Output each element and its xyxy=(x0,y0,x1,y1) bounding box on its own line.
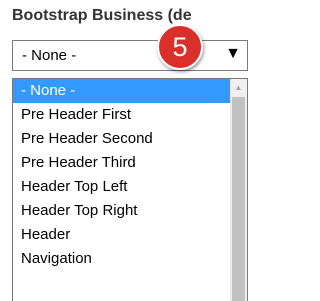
scrollbar-thumb[interactable] xyxy=(232,97,245,301)
select-options-list: - None - Pre Header First Pre Header Sec… xyxy=(12,78,248,301)
region-label: Bootstrap Business (de xyxy=(12,7,192,24)
option-pre-header-third[interactable]: Pre Header Third xyxy=(13,151,247,175)
scroll-up-arrow-icon[interactable]: ▲ xyxy=(230,79,247,96)
option-pre-header-first[interactable]: Pre Header First xyxy=(13,103,247,127)
option-pre-header-second[interactable]: Pre Header Second xyxy=(13,127,247,151)
region-select[interactable]: - None - ▼ xyxy=(12,40,248,71)
option-none[interactable]: - None - xyxy=(13,79,247,103)
option-header[interactable]: Header xyxy=(13,223,247,247)
option-header-top-right[interactable]: Header Top Right xyxy=(13,199,247,223)
option-navigation[interactable]: Navigation xyxy=(13,247,247,271)
option-header-top-left[interactable]: Header Top Left xyxy=(13,175,247,199)
select-current-value: - None - xyxy=(22,47,77,64)
dropdown-arrow-icon[interactable]: ▼ xyxy=(225,45,241,63)
step-number-badge: 5 xyxy=(157,24,203,70)
